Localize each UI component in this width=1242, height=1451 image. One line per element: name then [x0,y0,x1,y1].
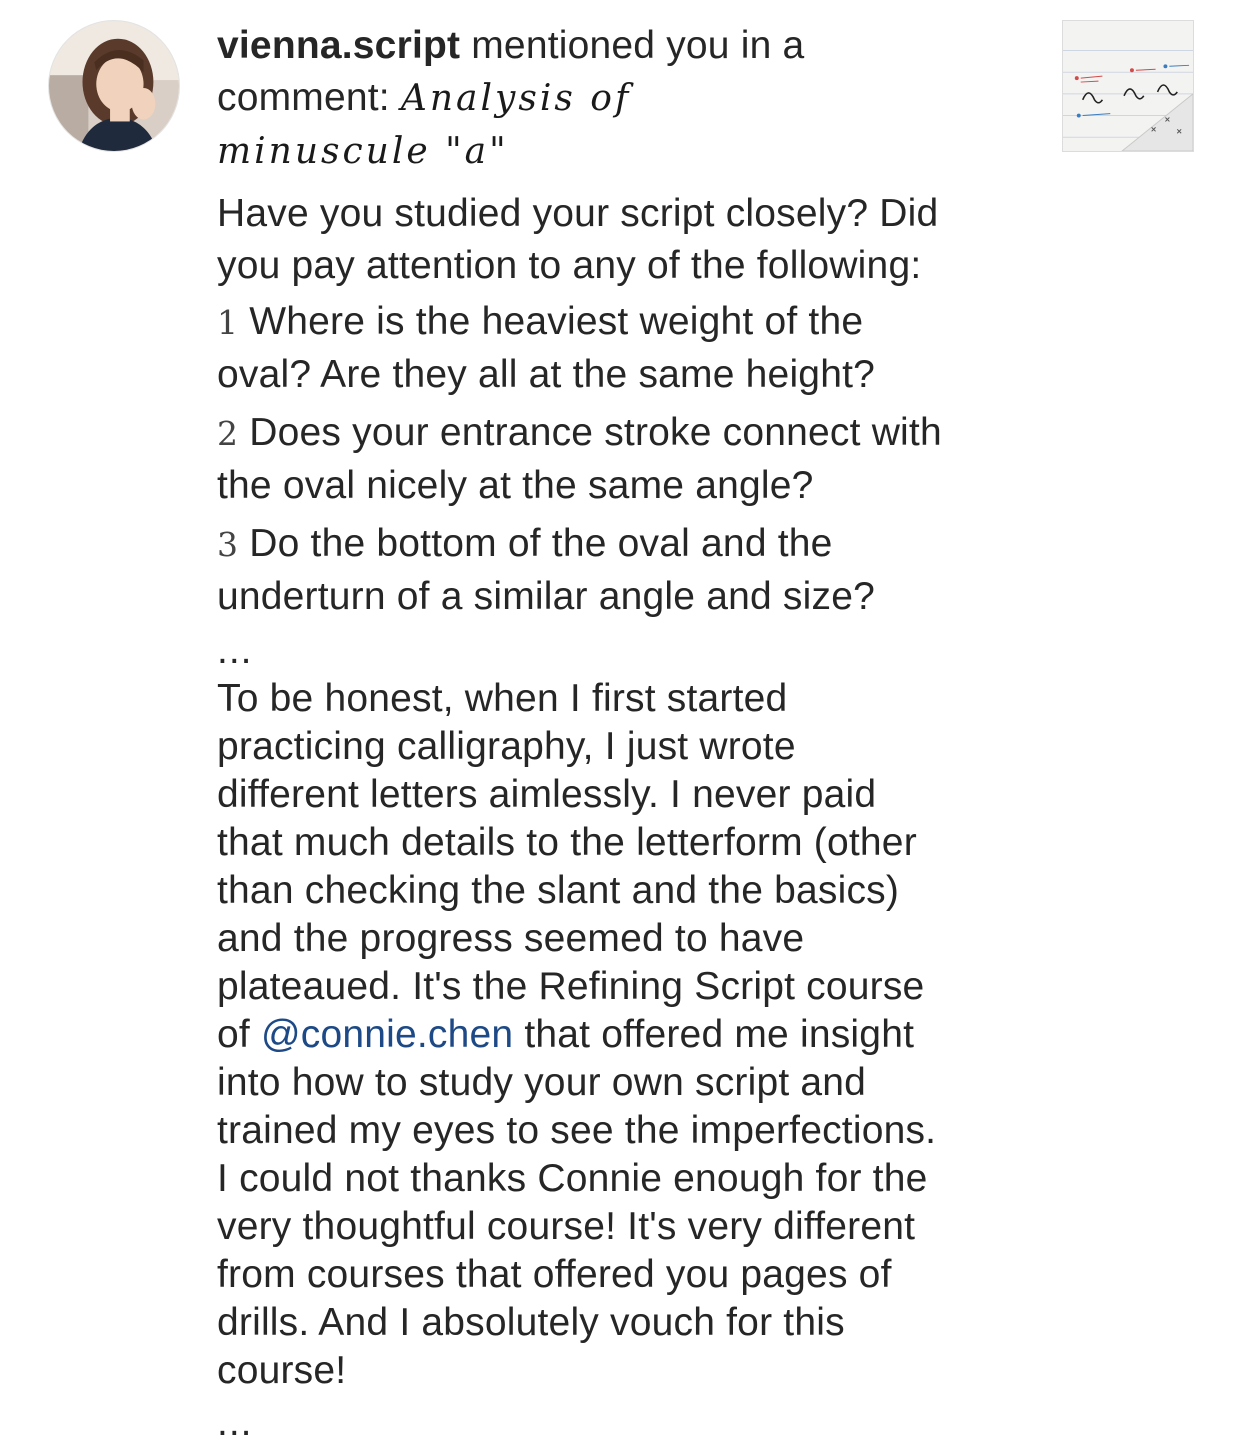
paragraph-3-line-2: trained my eyes to see the imperfections… [217,1109,937,1152]
header-line-3: minuscule "a" [217,125,1037,178]
paragraph-2-line-2: practicing calligraphy, I just wrote [217,725,796,768]
point-3-line-2: underturn of a similar angle and size? [217,575,875,618]
action-text-1: mentioned you in a [460,24,805,67]
mention-notification[interactable]: vienna.script mentioned you in a comment… [0,0,1242,1444]
comment-title-part2: minuscule "a" [217,131,509,172]
paragraph-2-line-1: To be honest, when I first started [217,677,788,720]
paragraph-2-line-4: that much details to the letterform (oth… [217,821,917,864]
numeral-2: 2 [217,414,239,453]
ellipsis-1: ... [217,629,253,672]
paragraph-3-line-5: from courses that offered you pages of [217,1253,892,1296]
header-line-1: vienna.script mentioned you in a [217,20,1037,72]
point-1-text-1: Where is the heaviest weight of the [238,300,864,343]
numeral-1: 1 [217,303,239,342]
paragraph-3-line-4: very thoughtful course! It's very differ… [217,1205,916,1248]
header-line-2: comment: Analysis of [217,72,1037,125]
point-2-text-1: Does your entrance stroke connect with [238,411,942,454]
point-2-line-2: the oval nicely at the same angle? [217,464,814,507]
mention-link-connie-chen[interactable]: @connie.chen [261,1013,513,1056]
paragraph-3-line-7: course! [217,1349,347,1392]
paragraph-3-line-6: drills. And I absolutely vouch for this [217,1301,845,1344]
avatar-photo-icon [49,21,179,151]
user-avatar[interactable] [48,20,180,152]
paragraph-2-line-5: than checking the slant and the basics) [217,869,900,912]
point-2-line-1: 2 Does your entrance stroke connect with [217,407,1037,460]
notification-text: vienna.script mentioned you in a comment… [217,20,1037,1451]
mention-suffix: that offered me insight [513,1013,915,1056]
calligraphy-thumbnail-icon [1063,21,1193,151]
ellipsis-2: ... [217,1401,253,1444]
point-3-text-1: Do the bottom of the oval and the [238,522,833,565]
paragraph-2-line-6: and the progress seemed to have [217,917,805,960]
action-text-2: comment: [217,76,401,119]
paragraph-1-line-2: you pay attention to any of the followin… [217,244,922,287]
post-thumbnail[interactable] [1062,20,1194,152]
point-1-line-1: 1 Where is the heaviest weight of the [217,296,1037,349]
paragraph-3-line-3: I could not thanks Connie enough for the [217,1157,928,1200]
numeral-3: 3 [217,525,239,564]
mention-line: of @connie.chen that offered me insight [217,1011,1037,1059]
paragraph-1-line-1: Have you studied your script closely? Di… [217,192,939,235]
point-3-line-1: 3 Do the bottom of the oval and the [217,518,1037,571]
paragraph-3-line-1: into how to study your own script and [217,1061,867,1104]
username-link[interactable]: vienna.script [217,24,460,67]
paragraph-2-line-7: plateaued. It's the Refining Script cour… [217,965,925,1008]
mention-prefix: of [217,1013,261,1056]
comment-title-part1: Analysis of [400,78,632,119]
paragraph-2-line-3: different letters aimlessly. I never pai… [217,773,877,816]
point-1-line-2: oval? Are they all at the same height? [217,353,876,396]
